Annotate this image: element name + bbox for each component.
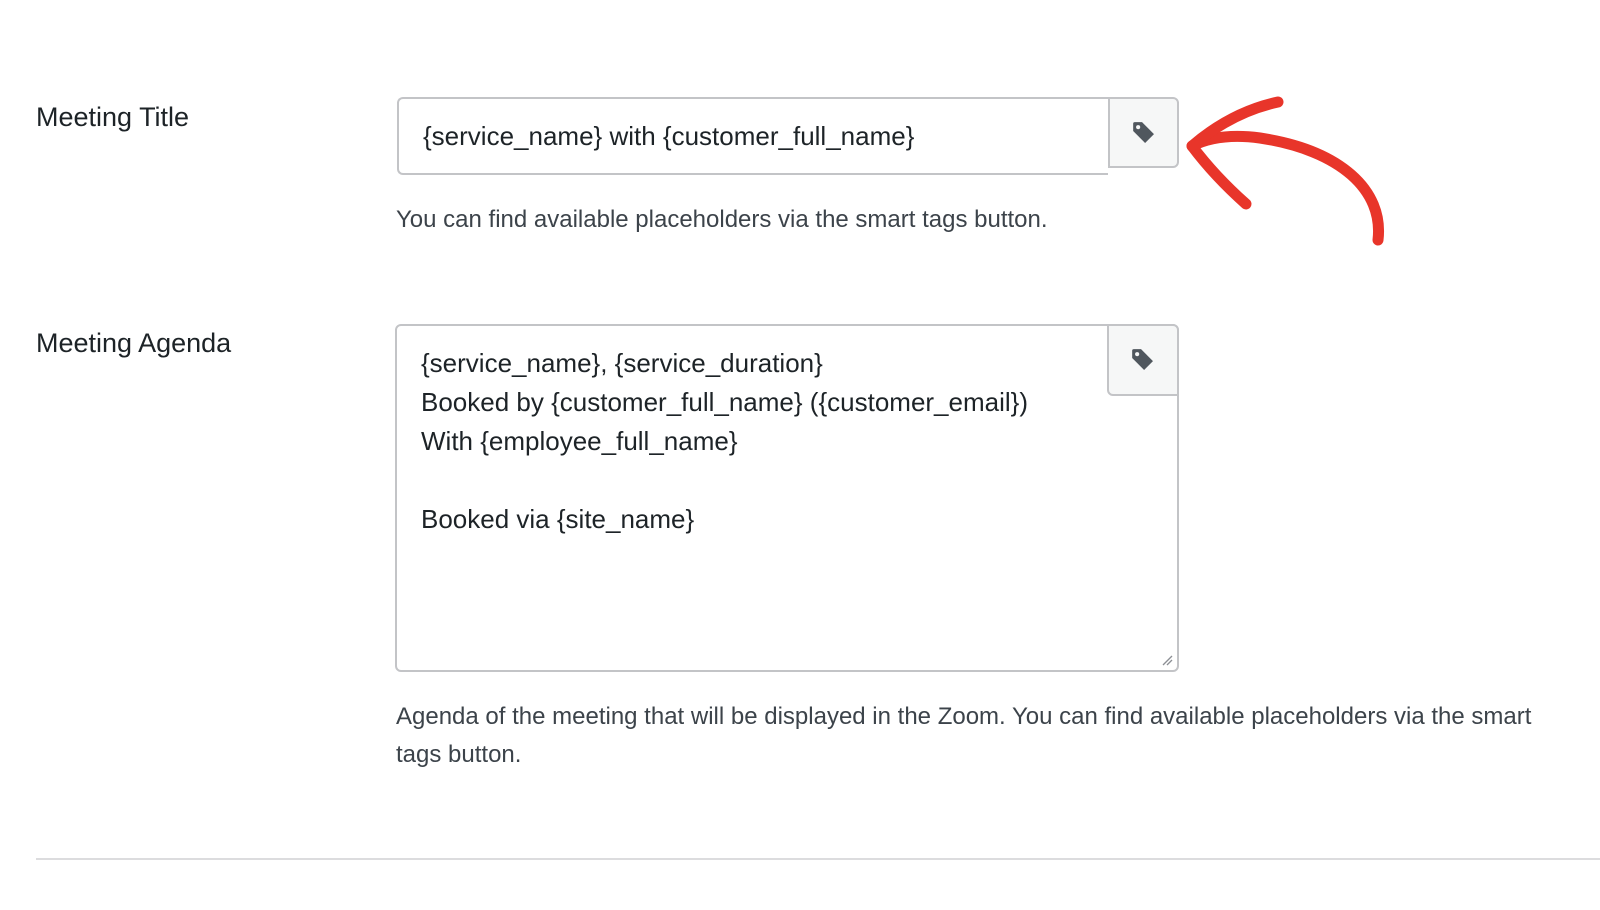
resize-handle-icon[interactable] bbox=[1161, 654, 1173, 666]
meeting-title-help: You can find available placeholders via … bbox=[396, 206, 1048, 233]
smart-tags-button-title[interactable] bbox=[1108, 97, 1179, 168]
meeting-agenda-help: Agenda of the meeting that will be displ… bbox=[396, 703, 1532, 768]
tag-icon bbox=[1132, 349, 1153, 370]
smart-tags-button-agenda[interactable] bbox=[1107, 324, 1179, 396]
meeting-title-label: Meeting Title bbox=[36, 102, 190, 132]
meeting-agenda-label: Meeting Agenda bbox=[36, 328, 232, 358]
meeting-agenda-textarea[interactable]: {service_name}, {service_duration} Booke… bbox=[395, 324, 1179, 672]
red-arrow-annotation bbox=[1186, 96, 1385, 246]
section-divider bbox=[36, 858, 1600, 860]
tag-icon bbox=[1132, 121, 1154, 143]
meeting-agenda-field: {service_name}, {service_duration} Booke… bbox=[395, 324, 1179, 672]
meeting-title-input[interactable] bbox=[397, 97, 1109, 175]
meeting-title-field bbox=[397, 97, 1179, 175]
